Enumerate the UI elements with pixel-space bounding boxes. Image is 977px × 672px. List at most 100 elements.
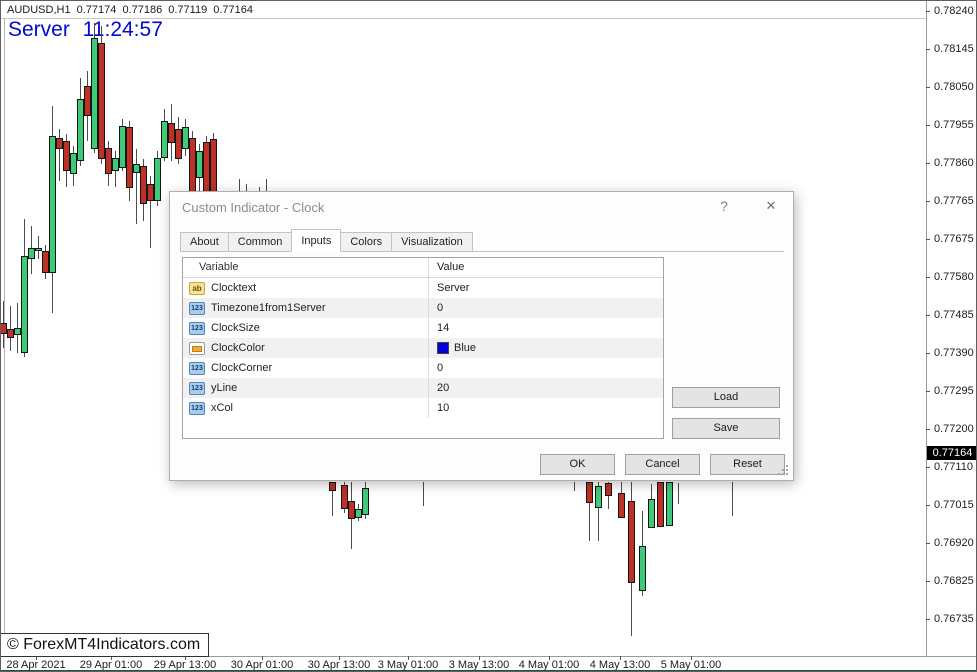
variable-cell: abClocktext <box>183 278 428 298</box>
tab-visualization[interactable]: Visualization <box>391 232 473 252</box>
candle-body <box>348 501 355 519</box>
price-axis-tick <box>926 429 930 430</box>
mt4-chart-window: AUDUSD,H1 0.77174 0.77186 0.77119 0.7716… <box>0 0 977 672</box>
price-axis-tick <box>926 467 930 468</box>
price-axis-label: 0.77485 <box>934 309 974 321</box>
candle-body <box>49 136 56 273</box>
price-axis-label: 0.76825 <box>934 575 974 587</box>
candle-body <box>70 153 77 174</box>
close-icon[interactable]: ✕ <box>760 198 782 216</box>
price-axis-tick <box>926 11 930 12</box>
candle-body <box>605 483 612 496</box>
candle-wick <box>423 482 424 506</box>
candle-wick <box>574 482 575 491</box>
candle-body <box>355 509 362 518</box>
price-axis-tick <box>926 581 930 582</box>
chart-left-border <box>4 18 5 656</box>
candle-body <box>657 482 664 527</box>
candle-body <box>21 256 28 353</box>
price-axis-label: 0.77580 <box>934 271 974 283</box>
price-axis-label: 0.77860 <box>934 157 974 169</box>
number-type-icon: 123 <box>189 322 205 335</box>
help-icon[interactable]: ? <box>714 198 734 216</box>
color-swatch <box>437 342 449 354</box>
candle-body <box>112 158 119 171</box>
candle-body <box>639 546 646 591</box>
candle-body <box>77 99 84 161</box>
variable-cell: 123Timezone1from1Server <box>183 298 428 318</box>
price-axis-tick <box>926 201 930 202</box>
candle-body <box>14 328 21 335</box>
tab-common[interactable]: Common <box>228 232 293 252</box>
ok-button[interactable]: OK <box>540 454 615 475</box>
time-axis-tick <box>262 656 263 660</box>
price-axis-label: 0.77295 <box>934 385 974 397</box>
table-row[interactable]: 123Timezone1from1Server0 <box>183 298 663 318</box>
table-header-row: VariableValue <box>183 258 663 278</box>
value-cell[interactable]: 10 <box>428 398 663 418</box>
value-cell[interactable]: 0 <box>428 298 663 318</box>
table-row[interactable]: 123xCol10 <box>183 398 663 418</box>
candle-wick <box>59 129 60 181</box>
price-axis-tick <box>926 277 930 278</box>
price-axis-label: 0.77955 <box>934 119 974 131</box>
number-type-icon: 123 <box>189 402 205 415</box>
candle-body <box>666 482 673 526</box>
table-row[interactable]: 123ClockSize14 <box>183 318 663 338</box>
time-axis-tick <box>620 656 621 660</box>
value-cell[interactable]: 14 <box>428 318 663 338</box>
variable-cell: 123ClockCorner <box>183 358 428 378</box>
save-button[interactable]: Save <box>672 418 780 439</box>
time-axis-tick <box>691 656 692 660</box>
resize-grip-icon[interactable] <box>786 465 788 467</box>
dialog-titlebar[interactable]: Custom Indicator - Clock ? ✕ <box>170 192 793 222</box>
candle-body <box>362 488 369 515</box>
candle-body <box>329 482 336 491</box>
table-row[interactable]: 123ClockCorner0 <box>183 358 663 378</box>
candle-body <box>154 158 161 201</box>
candle-body <box>196 151 203 178</box>
value-cell[interactable]: Server <box>428 278 663 298</box>
value-cell[interactable]: 20 <box>428 378 663 398</box>
custom-indicator-dialog: Custom Indicator - Clock ? ✕ AboutCommon… <box>169 191 794 481</box>
tab-inputs[interactable]: Inputs <box>291 229 341 252</box>
value-cell[interactable]: 0 <box>428 358 663 378</box>
symbol-ohlc-bar: AUDUSD,H1 0.77174 0.77186 0.77119 0.7716… <box>7 4 253 16</box>
candle-wick <box>678 483 679 504</box>
candle-body <box>595 486 602 508</box>
price-axis-label: 0.77015 <box>934 499 974 511</box>
tab-about[interactable]: About <box>180 232 229 252</box>
variable-cell: 123yLine <box>183 378 428 398</box>
candle-body <box>140 166 147 204</box>
price-axis-tick <box>926 505 930 506</box>
time-axis-tick <box>549 656 550 660</box>
candle-body <box>189 138 196 193</box>
clock-indicator-text: Server 11:24:57 <box>8 18 163 42</box>
candle-body <box>105 148 112 174</box>
value-cell[interactable]: Blue <box>428 338 663 358</box>
variable-cell: 123xCol <box>183 398 428 418</box>
reset-button[interactable]: Reset <box>710 454 785 475</box>
candle-body <box>182 127 189 149</box>
candle-wick <box>136 149 137 224</box>
price-axis-label: 0.78240 <box>934 5 974 17</box>
variable-cell: 123ClockSize <box>183 318 428 338</box>
candle-body <box>628 501 635 583</box>
price-axis-tick <box>926 315 930 316</box>
price-axis-tick <box>926 353 930 354</box>
candle-body <box>119 126 126 168</box>
price-axis-tick <box>926 49 930 50</box>
load-button[interactable]: Load <box>672 387 780 408</box>
table-row[interactable]: 123yLine20 <box>183 378 663 398</box>
candle-body <box>91 38 98 149</box>
candle-body <box>341 485 348 509</box>
price-axis-label: 0.77200 <box>934 423 974 435</box>
candle-body <box>35 248 42 251</box>
table-row[interactable]: abClocktextServer <box>183 278 663 298</box>
tab-colors[interactable]: Colors <box>340 232 392 252</box>
candle-body <box>133 164 140 173</box>
table-row[interactable]: ClockColorBlue <box>183 338 663 358</box>
cancel-button[interactable]: Cancel <box>625 454 700 475</box>
candle-body <box>126 127 133 188</box>
candle-body <box>56 138 63 149</box>
